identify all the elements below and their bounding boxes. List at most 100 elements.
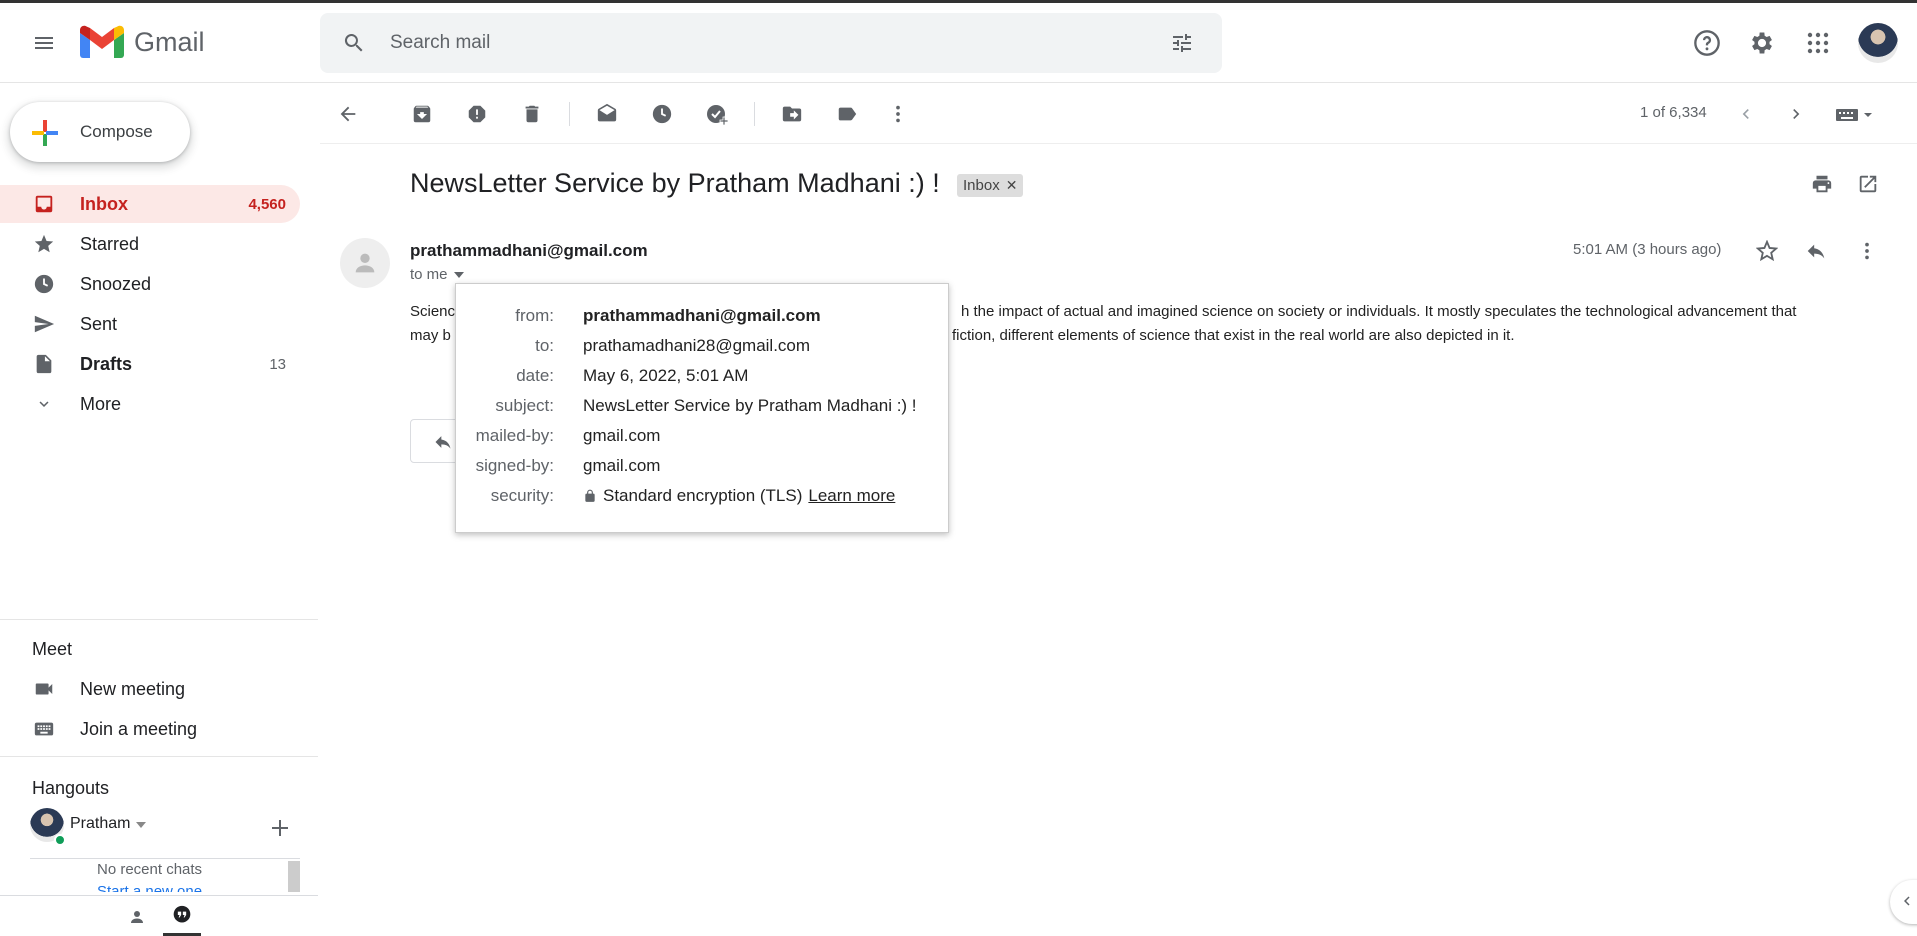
pagination-count: 1 of 6,334: [1640, 104, 1707, 121]
learn-more-link[interactable]: Learn more: [808, 486, 895, 506]
details-signed-by-value: gmail.com: [583, 456, 661, 475]
details-key: to:: [535, 336, 554, 355]
body-line1-end: h the impact of actual and imagined scie…: [961, 303, 1797, 320]
more-vertical-icon[interactable]: [882, 98, 914, 130]
online-status-dot: [54, 834, 66, 846]
sidebar-item-starred[interactable]: Starred: [0, 225, 300, 263]
details-key: mailed-by:: [475, 426, 554, 445]
message-details-popup: from: prathammadhani@gmail.com to: prath…: [455, 283, 949, 533]
meet-section-title: Meet: [32, 639, 73, 659]
delete-trash-icon[interactable]: [516, 98, 548, 130]
search-icon[interactable]: [338, 27, 370, 59]
start-new-chat-link[interactable]: Start a new one: [97, 883, 202, 892]
sidebar-item-more[interactable]: More: [0, 385, 300, 423]
reply-arrow-icon[interactable]: [1802, 237, 1830, 265]
details-security-value: Standard encryption (TLS) Learn more: [583, 486, 895, 506]
print-icon[interactable]: [1808, 170, 1836, 198]
chat-list: No recent chats Start a new one: [30, 858, 300, 892]
gmail-m-icon: [80, 25, 124, 58]
hangouts-section-title: Hangouts: [32, 778, 110, 798]
input-tools-keyboard-icon[interactable]: [1830, 98, 1878, 130]
toolbar-divider: [754, 102, 755, 126]
hangouts-tab[interactable]: [163, 896, 201, 936]
hangouts-bottom-bar: [0, 895, 318, 936]
details-key: security:: [490, 486, 554, 505]
archive-icon[interactable]: [406, 98, 438, 130]
sidebar-item-label: Drafts: [80, 353, 133, 374]
caret-down-icon: [453, 271, 464, 278]
details-row-to: to: prathamadhani28@gmail.com: [456, 336, 946, 362]
add-task-icon[interactable]: [701, 98, 733, 130]
sidebar-item-label: Sent: [80, 313, 118, 334]
search-options-icon[interactable]: [1166, 27, 1198, 59]
snooze-clock-icon[interactable]: [646, 98, 678, 130]
recipient-details-toggle[interactable]: to me: [410, 266, 464, 283]
details-date-value: May 6, 2022, 5:01 AM: [583, 366, 749, 385]
send-icon: [32, 312, 56, 336]
divider: [0, 756, 318, 757]
account-avatar[interactable]: [1858, 23, 1898, 63]
side-panel-toggle[interactable]: [1890, 880, 1917, 924]
add-chat-icon[interactable]: [268, 816, 292, 840]
contacts-person-icon[interactable]: [124, 904, 150, 930]
body-line2-start: may b: [410, 327, 451, 344]
details-to-value: prathamadhani28@gmail.com: [583, 336, 811, 355]
sidebar-item-inbox[interactable]: Inbox 4,560: [0, 185, 300, 223]
caret-down-icon[interactable]: [136, 822, 146, 828]
newer-chevron-left-icon[interactable]: [1730, 98, 1762, 130]
message-more-vertical-icon[interactable]: [1853, 237, 1881, 265]
sidebar-item-label: Snoozed: [80, 273, 152, 294]
details-row-signed-by: signed-by: gmail.com: [456, 456, 946, 482]
back-arrow-icon[interactable]: [332, 98, 364, 130]
star-outline-icon[interactable]: [1753, 237, 1781, 265]
chevron-down-icon: [32, 392, 56, 416]
default-person-icon: [355, 253, 375, 273]
video-camera-icon: [32, 677, 56, 701]
details-key: subject:: [495, 396, 554, 415]
open-in-new-window-icon[interactable]: [1854, 170, 1882, 198]
reply-icon: [435, 436, 451, 449]
details-subject-value: NewsLetter Service by Pratham Madhani :)…: [583, 396, 917, 415]
sidebar-item-drafts[interactable]: Drafts 13: [0, 345, 300, 383]
to-me-label: to me: [410, 266, 448, 283]
chevron-left-icon: [1904, 896, 1910, 906]
mark-unread-icon[interactable]: [591, 98, 623, 130]
join-meeting-button[interactable]: Join a meeting: [0, 710, 300, 748]
sidebar-item-label: More: [80, 393, 122, 414]
body-line2-end: fiction, different elements of science t…: [952, 327, 1515, 344]
details-from-value: prathammadhani@gmail.com: [583, 306, 821, 325]
sidebar-item-sent[interactable]: Sent: [0, 305, 300, 343]
details-row-from: from: prathammadhani@gmail.com: [456, 306, 946, 332]
details-row-mailed-by: mailed-by: gmail.com: [456, 426, 946, 452]
sender-avatar[interactable]: [340, 238, 390, 288]
remove-label-close-icon[interactable]: ✕: [1006, 177, 1018, 194]
inbox-label-chip: Inbox ✕: [957, 174, 1024, 197]
details-row-subject: subject: NewsLetter Service by Pratham M…: [456, 396, 946, 422]
chat-scrollbar[interactable]: [288, 861, 300, 892]
lock-icon: [585, 489, 595, 502]
gmail-logo[interactable]: Gmail: [80, 25, 205, 59]
older-chevron-right-icon[interactable]: [1780, 98, 1812, 130]
search-input[interactable]: [390, 29, 1090, 57]
email-timestamp: 5:01 AM (3 hours ago): [1573, 241, 1722, 258]
no-recent-chats-text: No recent chats: [97, 861, 203, 878]
security-text: Standard encryption (TLS): [603, 486, 803, 505]
details-mailed-by-value: gmail.com: [583, 426, 661, 445]
divider: [0, 619, 318, 620]
help-icon[interactable]: [1689, 25, 1725, 61]
sender-email[interactable]: prathammadhani@gmail.com: [410, 241, 648, 261]
apps-grid-icon[interactable]: [1800, 25, 1836, 61]
report-spam-icon[interactable]: [461, 98, 493, 130]
search-bar[interactable]: [320, 13, 1222, 73]
sidebar-item-label: Inbox: [80, 193, 128, 214]
label-tag-icon[interactable]: [831, 98, 863, 130]
new-meeting-button[interactable]: New meeting: [0, 670, 300, 708]
details-key: date:: [516, 366, 554, 385]
move-to-folder-icon[interactable]: [776, 98, 808, 130]
compose-button[interactable]: Compose: [10, 102, 190, 162]
settings-gear-icon[interactable]: [1744, 25, 1780, 61]
sidebar-item-snoozed[interactable]: Snoozed: [0, 265, 300, 303]
main-menu-icon[interactable]: [24, 23, 64, 63]
compose-plus-icon: [32, 120, 58, 146]
label-chip-text: Inbox: [963, 177, 1000, 194]
